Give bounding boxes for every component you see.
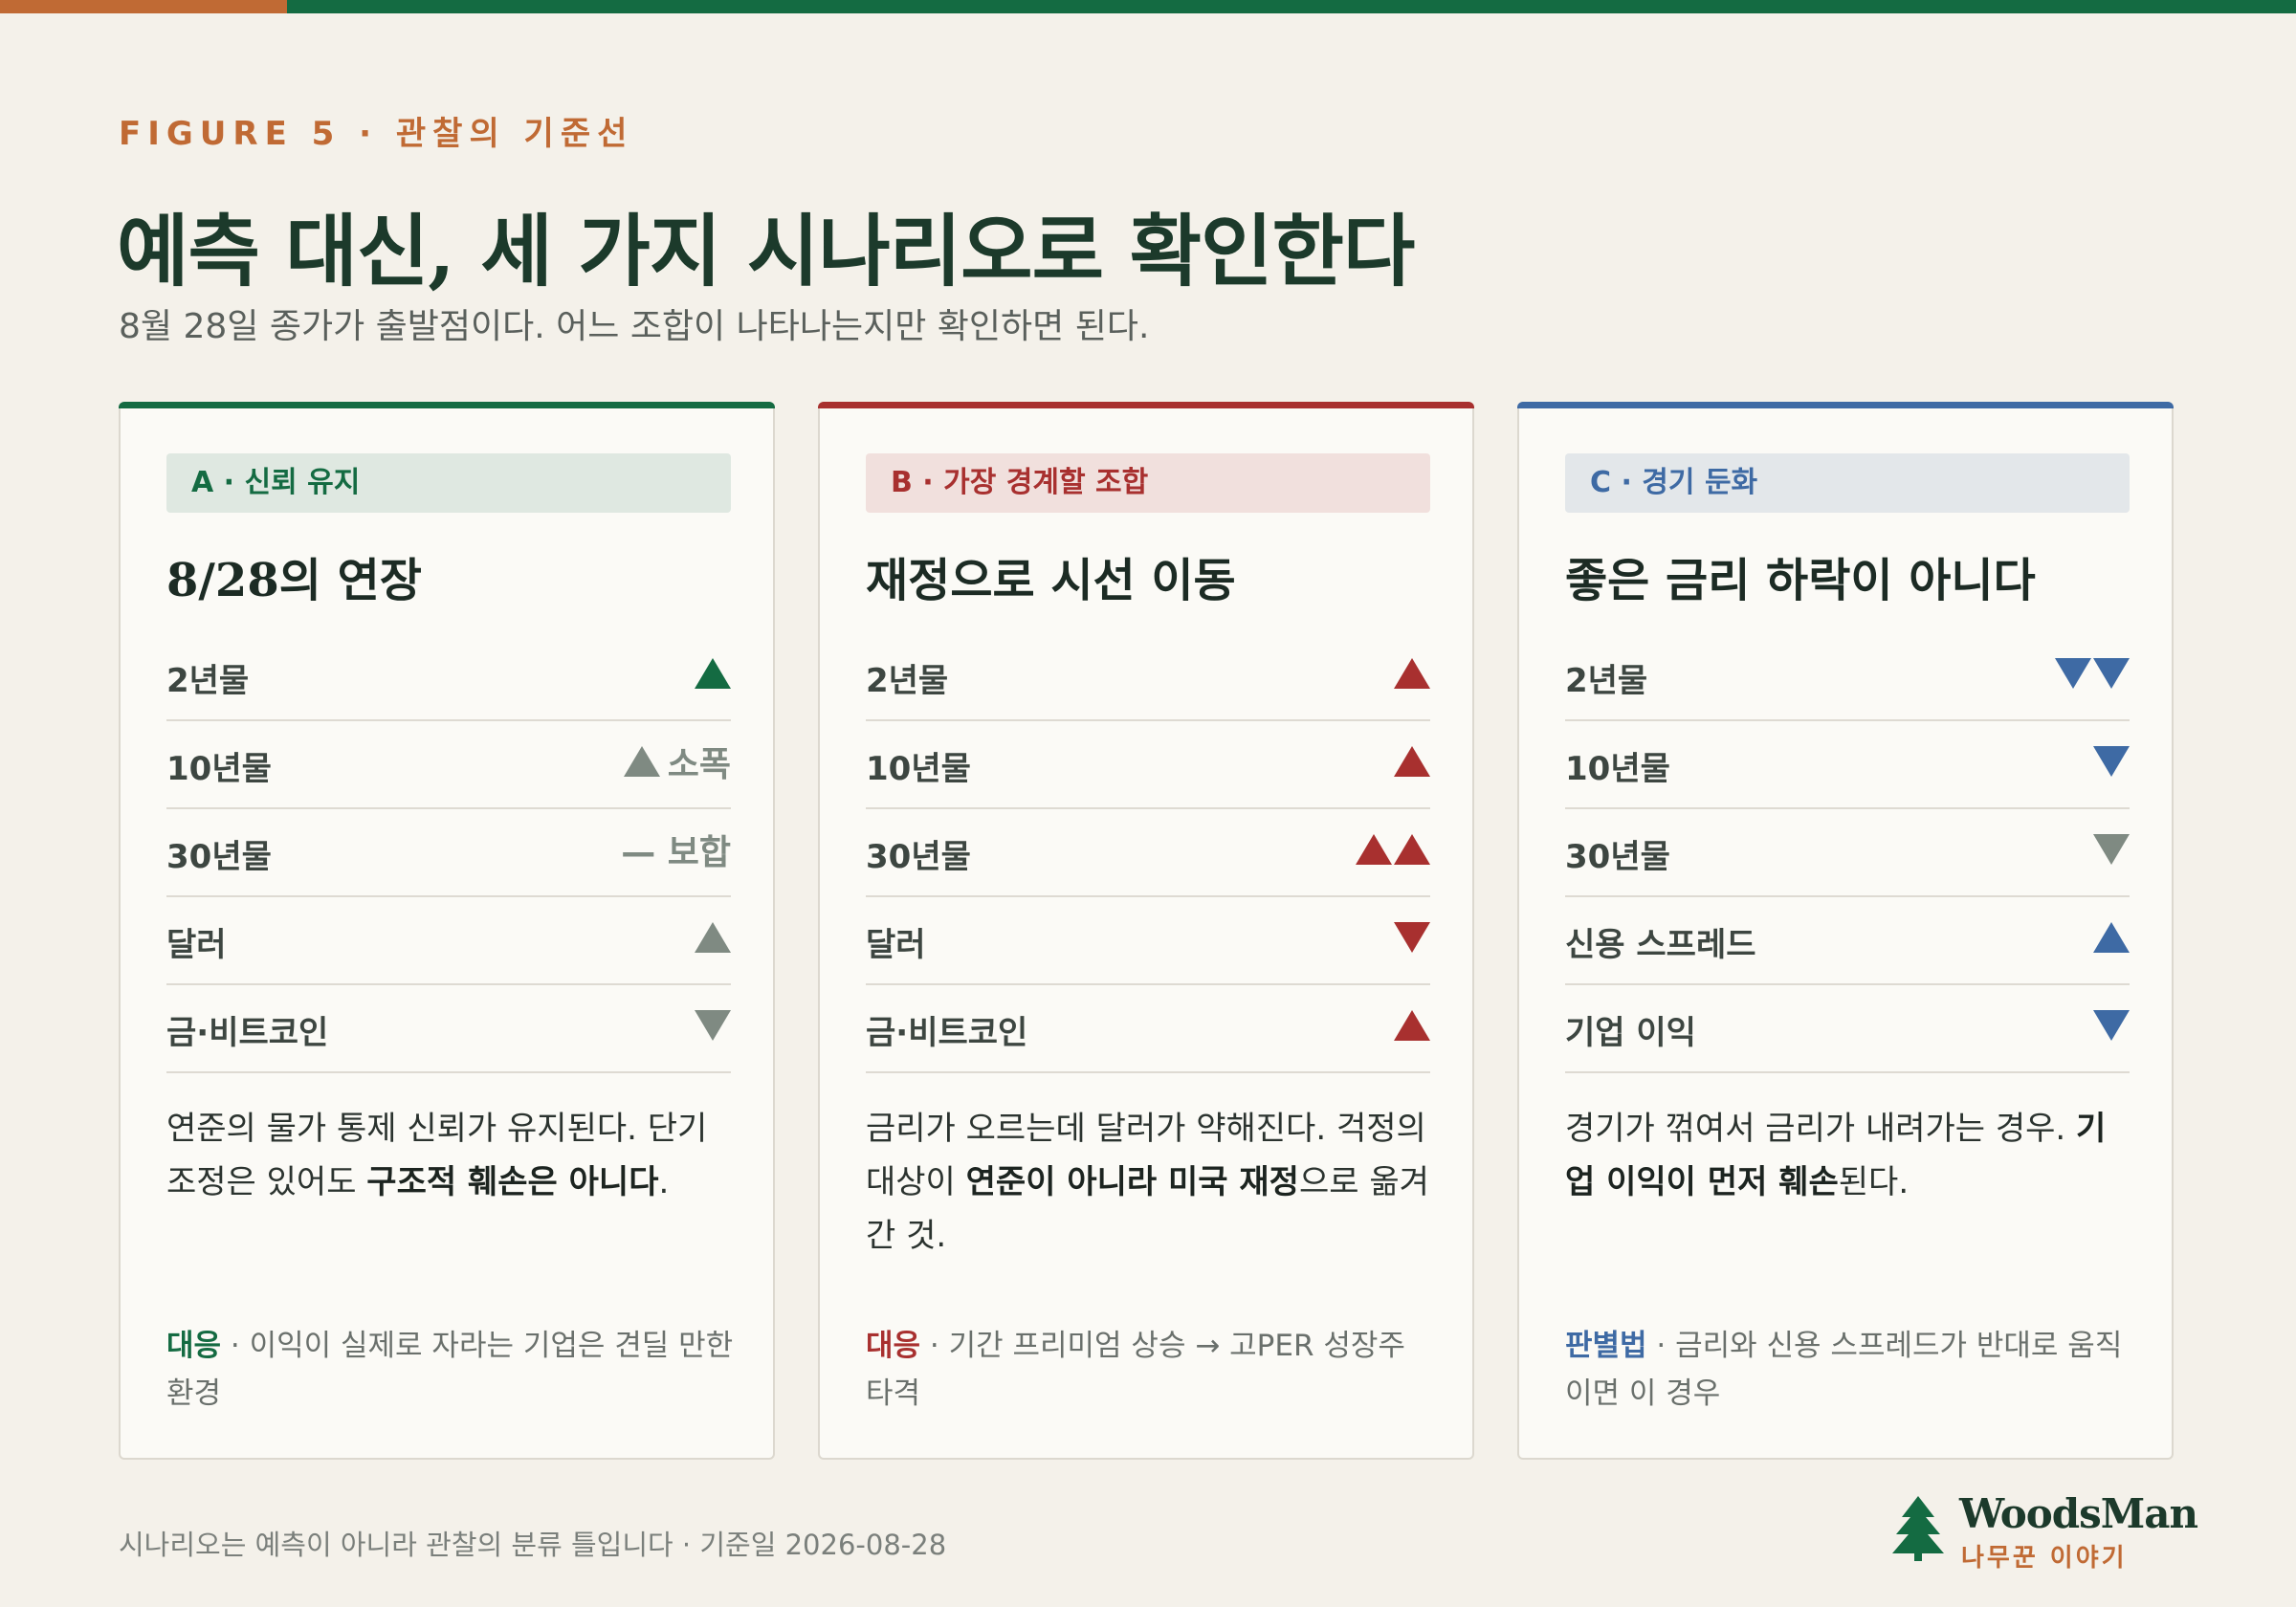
indicator-label: 10년물 <box>866 750 971 788</box>
indicator-row: 2년물 <box>866 633 1430 721</box>
indicator-triangle-up-icon <box>1394 652 1430 694</box>
scenario-note: 대응 · 기간 프리미엄 상승 → 고PER 성장주 타격 <box>866 1329 1405 1411</box>
indicator-label: 2년물 <box>166 662 250 700</box>
indicator-triangle-down-icon <box>2093 740 2130 782</box>
scenario-tag: B · 가장 경계할 조합 <box>866 453 1430 513</box>
scenario-title: 재정으로 시선 이동 <box>866 554 1236 607</box>
brand-logo: WoodsMan 나무꾼 이야기 <box>1890 1490 2198 1573</box>
triangle-up-icon <box>1394 658 1430 689</box>
indicator-label: 2년물 <box>1565 662 1648 700</box>
scenario-title: 8/28의 연장 <box>166 554 422 607</box>
triangle-up-icon <box>623 746 660 777</box>
triangle-down-icon <box>695 1010 731 1041</box>
note-label: 대응 <box>166 1329 222 1363</box>
indicator-text: — 보합 <box>621 833 731 872</box>
footer-note: 시나리오는 예측이 아니라 관찰의 분류 틀입니다 · 기준일 2026-08-… <box>119 1529 947 1561</box>
indicator-row: 10년물 소폭 <box>166 721 731 809</box>
triangle-down-icon <box>1394 922 1430 953</box>
scenario-title: 좋은 금리 하락이 아니다 <box>1565 554 2036 607</box>
card-accent-bar <box>119 402 775 408</box>
scenario-description: 경기가 꺾여서 금리가 내려가는 경우. 기업 이익이 먼저 훼손된다. <box>1565 1110 2107 1201</box>
brand-subtitle: 나무꾼 이야기 <box>1961 1544 2128 1573</box>
indicator-row: 달러 <box>866 897 1430 985</box>
indicator-row: 기업 이익 <box>1565 985 2130 1073</box>
indicator-label: 10년물 <box>1565 750 1670 788</box>
indicator-row: 30년물 <box>1565 809 2130 897</box>
indicator-row: 30년물 <box>866 809 1430 897</box>
note-label: 판별법 <box>1565 1329 1647 1363</box>
triangle-down-icon <box>2093 1010 2130 1041</box>
indicator-label: 달러 <box>166 926 227 964</box>
indicator-row: 30년물 — 보합 <box>166 809 731 897</box>
indicator-row: 신용 스프레드 <box>1565 897 2130 985</box>
top-accent-bar <box>0 0 2296 13</box>
indicator-triangle-up-icon <box>1394 1004 1430 1046</box>
indicator-label: 30년물 <box>166 838 272 876</box>
page-title: 예측 대신, 세 가지 시나리오로 확인한다 <box>117 206 1415 297</box>
description-emphasis: 구조적 훼손은 아니다 <box>366 1163 659 1201</box>
indicator-triangle-down-icon <box>2093 828 2130 870</box>
scenario-tag: A · 신뢰 유지 <box>166 453 731 513</box>
indicator-row: 2년물 <box>166 633 731 721</box>
indicator-row: 10년물 <box>1565 721 2130 809</box>
top-accent-orange <box>0 0 287 13</box>
triangle-down-icon <box>2093 658 2130 689</box>
scenario-card-a: A · 신뢰 유지 8/28의 연장 2년물 10년물 소폭 30년물 — 보합 달… <box>119 402 775 1460</box>
indicator-label: 금·비트코인 <box>866 1014 1028 1052</box>
indicator-label: 30년물 <box>1565 838 1670 876</box>
triangle-down-icon <box>2093 746 2130 777</box>
indicator-label: 10년물 <box>166 750 272 788</box>
indicator-triangle-down-icon <box>695 1004 731 1046</box>
indicator-list: 2년물 10년물 소폭 30년물 — 보합 달러 금·비트코인 <box>166 633 731 1073</box>
scenario-note: 대응 · 이익이 실제로 자라는 기업은 견딜 만한 환경 <box>166 1329 734 1411</box>
indicator-triangle-down-icon <box>2093 1004 2130 1046</box>
indicator-row: 달러 <box>166 897 731 985</box>
triangle-down-icon <box>2093 834 2130 865</box>
indicator-double-triangle-up-icon <box>1356 828 1430 870</box>
triangle-up-icon <box>695 922 731 953</box>
indicator-row: 금·비트코인 <box>166 985 731 1073</box>
indicator-triangle-up-icon <box>695 652 731 694</box>
indicator-label: 달러 <box>866 926 926 964</box>
triangle-up-icon <box>1356 834 1392 865</box>
indicator-row: 2년물 <box>1565 633 2130 721</box>
triangle-up-icon <box>2093 922 2130 953</box>
indicator-dash-icon: — 보합 <box>613 828 731 872</box>
indicator-label: 기업 이익 <box>1565 1014 1696 1052</box>
indicator-triangle-up-icon: 소폭 <box>623 740 731 784</box>
indicator-label: 금·비트코인 <box>166 1014 329 1052</box>
brand-name: WoodsMan <box>1959 1490 2198 1537</box>
indicator-triangle-up-icon <box>695 916 731 958</box>
figure-kicker: FIGURE 5 · 관찰의 기준선 <box>119 115 634 153</box>
indicator-row: 10년물 <box>866 721 1430 809</box>
note-label: 대응 <box>866 1329 921 1363</box>
indicator-list: 2년물 10년물 30년물 달러 금·비트코인 <box>866 633 1430 1073</box>
indicator-list: 2년물 10년물 30년물 신용 스프레드 기업 이익 <box>1565 633 2130 1073</box>
pine-tree-icon <box>1892 1496 1944 1561</box>
scenario-tag: C · 경기 둔화 <box>1565 453 2130 513</box>
scenario-card-c: C · 경기 둔화 좋은 금리 하락이 아니다 2년물 10년물 30년물 신용… <box>1517 402 2174 1460</box>
indicator-row: 금·비트코인 <box>866 985 1430 1073</box>
card-accent-bar <box>818 402 1474 408</box>
indicator-label: 2년물 <box>866 662 949 700</box>
triangle-up-icon <box>1394 1010 1430 1041</box>
indicator-triangle-up-icon <box>1394 740 1430 782</box>
indicator-label: 신용 스프레드 <box>1565 926 1756 964</box>
card-accent-bar <box>1517 402 2174 408</box>
indicator-triangle-down-icon <box>1394 916 1430 958</box>
scenario-description: 금리가 오르는데 달러가 약해진다. 걱정의 대상이 연준이 아니라 미국 재정… <box>866 1110 1429 1255</box>
page-subtitle: 8월 28일 종가가 출발점이다. 어느 조합이 나타나는지만 확인하면 된다. <box>119 307 1150 346</box>
triangle-up-icon <box>695 658 731 689</box>
triangle-down-icon <box>2055 658 2091 689</box>
description-emphasis: 연준이 아니라 미국 재정 <box>965 1163 1299 1201</box>
triangle-up-icon <box>1394 834 1430 865</box>
scenario-note: 판별법 · 금리와 신용 스프레드가 반대로 움직이면 이 경우 <box>1565 1329 2123 1411</box>
indicator-double-triangle-down-icon <box>2055 652 2130 694</box>
indicator-text: 소폭 <box>667 745 731 784</box>
indicator-triangle-up-icon <box>2093 916 2130 958</box>
triangle-up-icon <box>1394 746 1430 777</box>
scenario-card-b: B · 가장 경계할 조합 재정으로 시선 이동 2년물 10년물 30년물 달… <box>818 402 1474 1460</box>
scenario-description: 연준의 물가 통제 신뢰가 유지된다. 단기 조정은 있어도 구조적 훼손은 아… <box>166 1110 708 1201</box>
indicator-label: 30년물 <box>866 838 971 876</box>
